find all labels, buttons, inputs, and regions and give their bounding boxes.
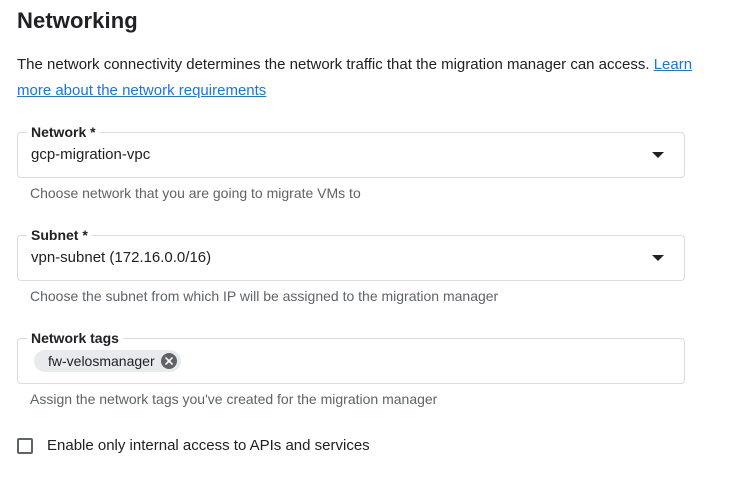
chip-label: fw-velosmanager bbox=[48, 353, 155, 369]
chevron-down-icon[interactable] bbox=[652, 255, 664, 261]
network-select[interactable]: Network * gcp-migration-vpc bbox=[17, 123, 685, 178]
internal-access-option[interactable]: Enable only internal access to APIs and … bbox=[17, 437, 370, 454]
subnet-label: Subnet * bbox=[27, 226, 92, 244]
chevron-down-icon[interactable] bbox=[652, 152, 664, 158]
network-value: gcp-migration-vpc bbox=[31, 146, 151, 163]
network-tags-label: Network tags bbox=[27, 329, 123, 347]
subnet-select[interactable]: Subnet * vpn-subnet (172.16.0.0/16) bbox=[17, 226, 685, 281]
network-hint: Choose network that you are going to mig… bbox=[30, 185, 361, 201]
network-tags-input[interactable]: Network tags fw-velosmanager bbox=[17, 329, 685, 384]
checkbox-unchecked-icon[interactable] bbox=[17, 437, 33, 454]
section-title: Networking bbox=[17, 8, 138, 33]
subnet-hint: Choose the subnet from which IP will be … bbox=[30, 288, 499, 304]
close-circle-icon[interactable] bbox=[160, 353, 177, 369]
network-tag-chip[interactable]: fw-velosmanager bbox=[34, 350, 181, 372]
internal-access-label[interactable]: Enable only internal access to APIs and … bbox=[47, 437, 370, 454]
subnet-value: vpn-subnet (172.16.0.0/16) bbox=[31, 249, 212, 266]
description-text: The network connectivity determines the … bbox=[17, 56, 650, 73]
section-description: The network connectivity determines the … bbox=[17, 52, 707, 104]
network-tags-hint: Assign the network tags you've created f… bbox=[30, 391, 438, 407]
network-label: Network * bbox=[27, 123, 100, 141]
